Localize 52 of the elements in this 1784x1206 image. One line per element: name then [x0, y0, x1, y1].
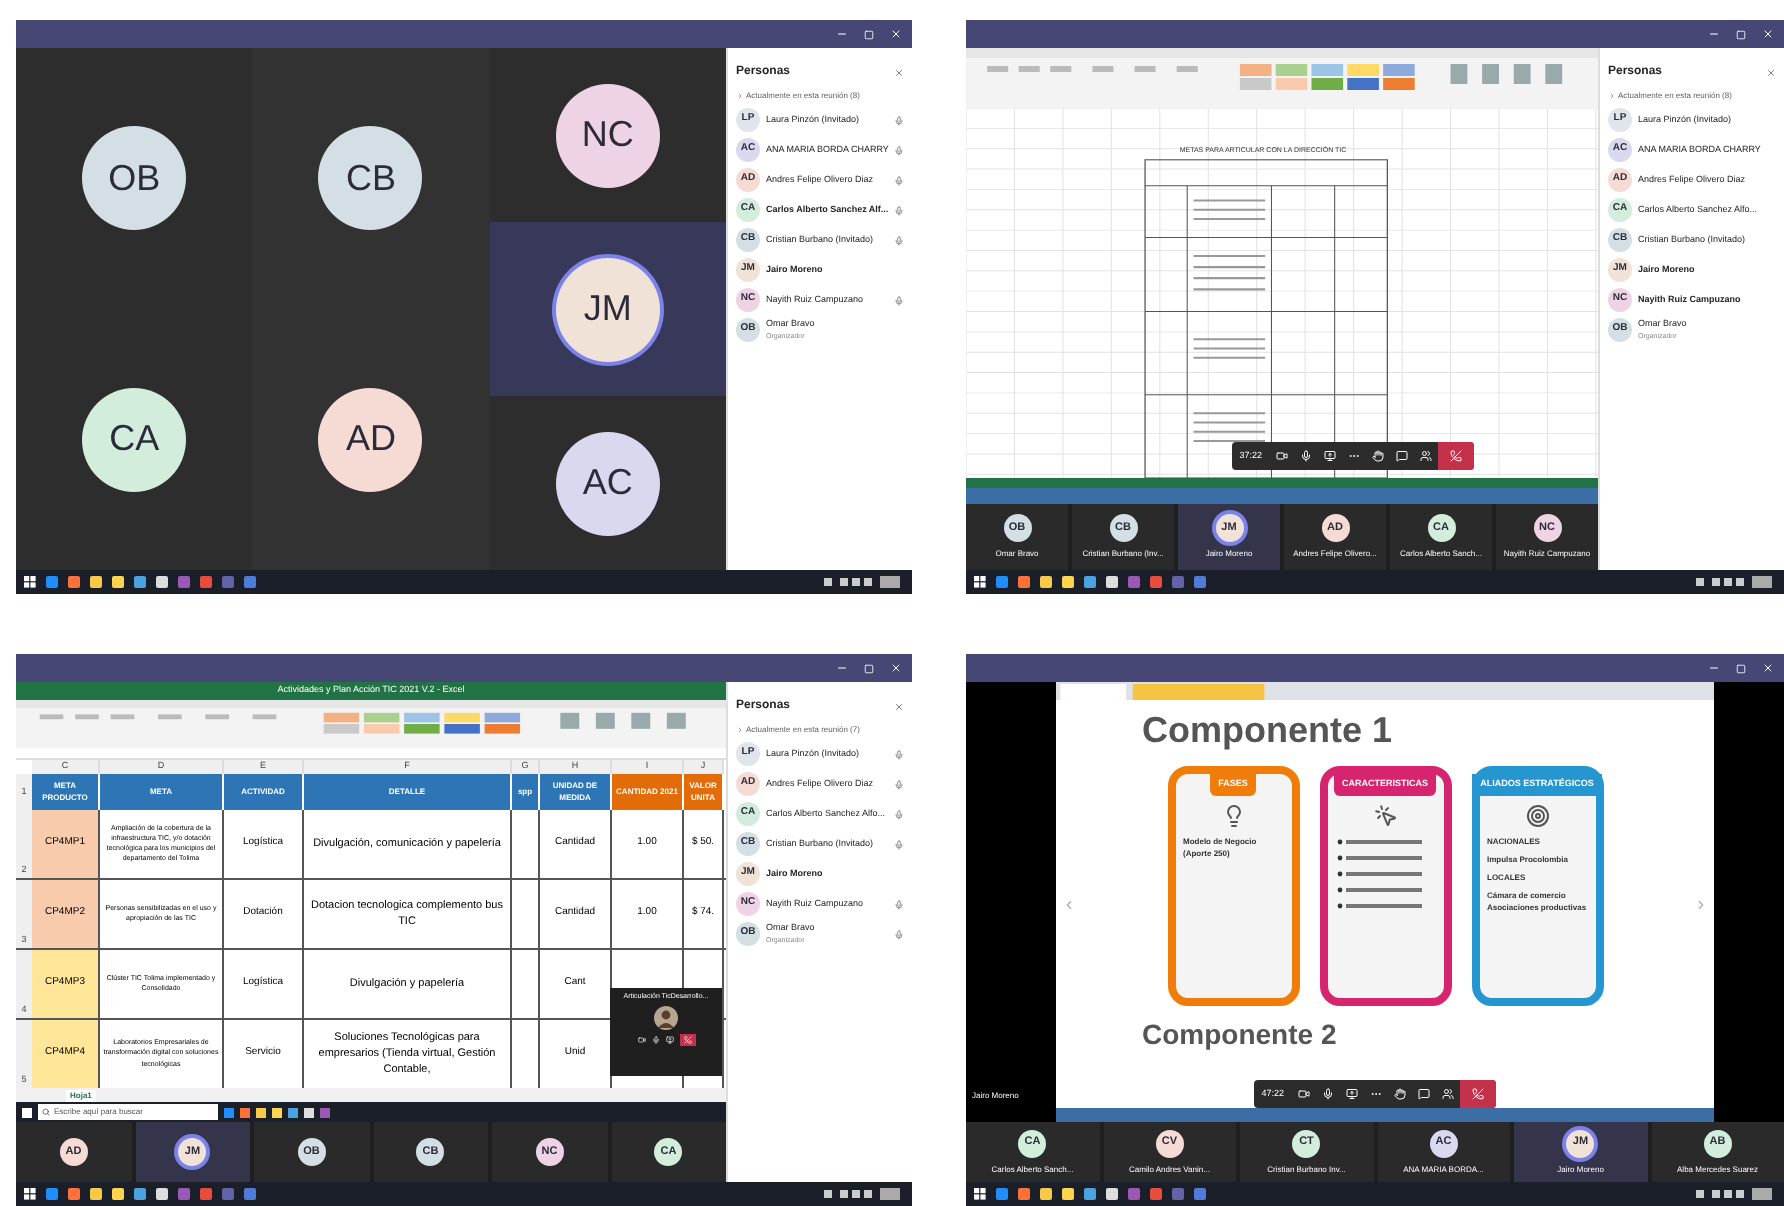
tray-icons-drawing [1696, 1188, 1776, 1200]
video-icon[interactable] [1275, 450, 1288, 462]
user-figure-icon [654, 1006, 678, 1031]
maximize-icon[interactable] [864, 663, 874, 673]
maximize-icon[interactable] [864, 29, 874, 39]
avatar: CA [82, 387, 187, 492]
maximize-icon[interactable] [1736, 29, 1746, 39]
mic-icon[interactable] [651, 1036, 659, 1045]
minimize-icon[interactable] [836, 662, 848, 674]
video-icon[interactable] [1297, 1088, 1310, 1100]
mic-icon[interactable] [1321, 1088, 1334, 1100]
search-icon [42, 1108, 50, 1116]
hang-up-icon [1471, 1088, 1484, 1100]
windows-icon[interactable] [974, 576, 986, 588]
minimize-icon[interactable] [836, 28, 848, 40]
target-icon [1525, 803, 1549, 828]
lightbulb-icon [1221, 803, 1245, 828]
minimize-icon[interactable] [1708, 28, 1720, 40]
hang-up-icon [683, 1036, 691, 1045]
slide-heading: Componente 2 [1142, 1016, 1337, 1054]
chat-icon[interactable] [1417, 1088, 1430, 1100]
people-icon[interactable] [1419, 450, 1432, 462]
people-icon[interactable] [1441, 1088, 1454, 1100]
windows-icon[interactable] [22, 1107, 32, 1117]
pointer-icon [1373, 803, 1397, 828]
hand-icon[interactable] [1393, 1088, 1406, 1100]
avatar: CB [318, 126, 423, 231]
slide-heading: Componente 1 [1142, 708, 1393, 754]
windows-icon[interactable] [24, 1188, 36, 1200]
share-icon[interactable] [665, 1036, 673, 1045]
chat-icon[interactable] [1395, 450, 1408, 462]
hang-up-button[interactable] [1459, 1080, 1496, 1108]
tray-icons-drawing [824, 1188, 904, 1200]
tray-icons-drawing [1696, 576, 1776, 588]
avatar: OB [82, 126, 187, 231]
share-icon[interactable] [1323, 450, 1336, 462]
avatar: AC [555, 431, 660, 535]
avatar: AD [318, 387, 423, 492]
windows-icon[interactable] [974, 1188, 986, 1200]
windows-icon[interactable] [24, 576, 36, 588]
hang-up-button[interactable] [1437, 442, 1474, 470]
maximize-icon[interactable] [1736, 663, 1746, 673]
minimize-icon[interactable] [1708, 662, 1720, 674]
hang-up-icon [1449, 450, 1462, 462]
tray-icons-drawing [824, 576, 904, 588]
share-icon[interactable] [1345, 1088, 1358, 1100]
avatar: NC [555, 83, 660, 187]
hand-icon[interactable] [1371, 450, 1384, 462]
avatar: JM [555, 257, 660, 361]
hang-up-button[interactable] [679, 1034, 695, 1047]
video-icon[interactable] [637, 1036, 645, 1045]
mic-icon[interactable] [1299, 450, 1312, 462]
